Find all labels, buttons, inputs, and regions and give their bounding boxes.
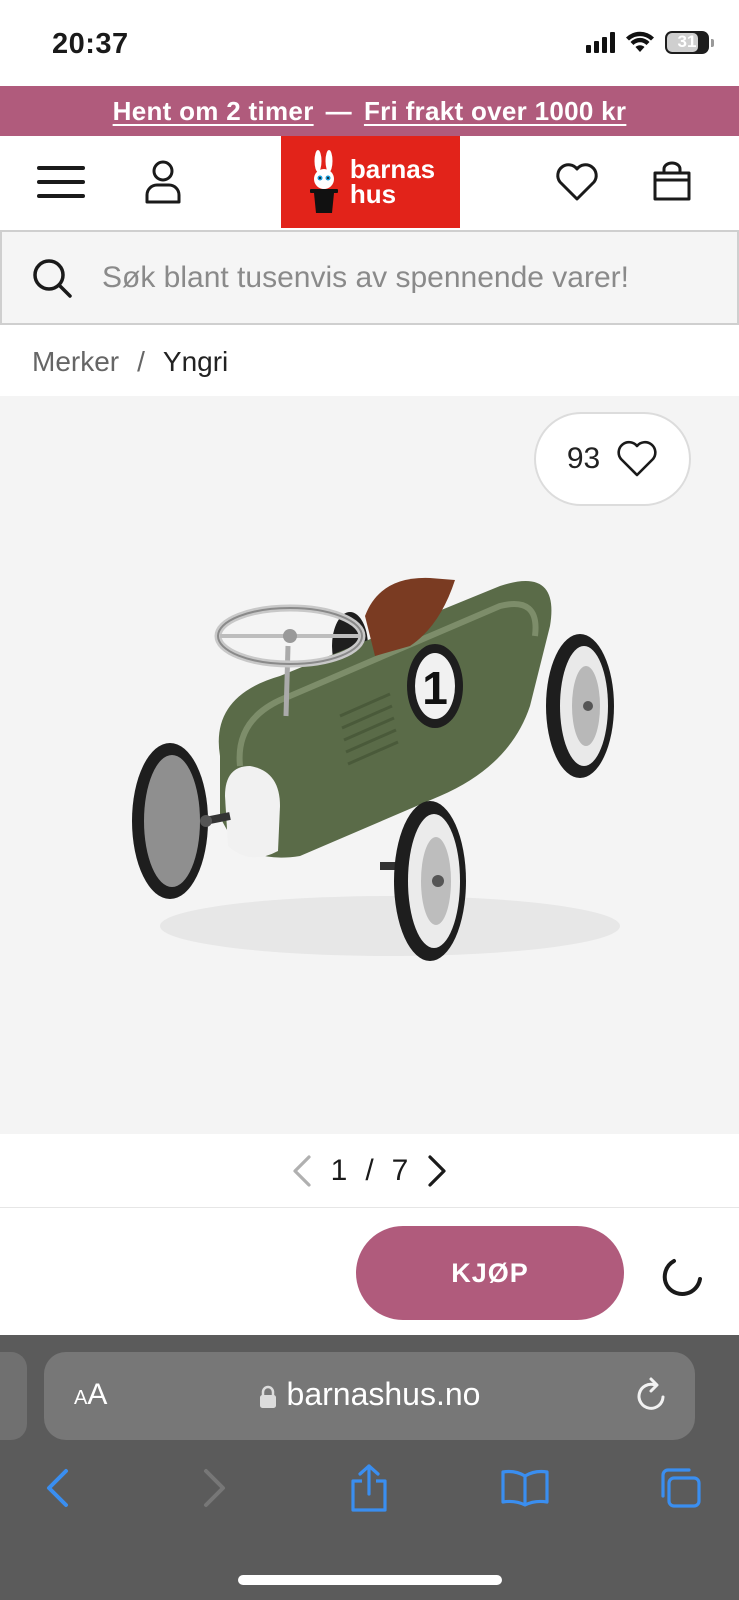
- forward-icon: [204, 1469, 225, 1507]
- share-icon: [351, 1464, 387, 1512]
- lock-icon: [259, 1385, 276, 1408]
- breadcrumb-item-current: Yngri: [162, 346, 229, 377]
- status-icons: 31: [586, 30, 714, 54]
- pager-current: 1: [330, 1153, 348, 1187]
- account-button[interactable]: [138, 136, 188, 228]
- menu-icon: [37, 166, 85, 198]
- purchase-bar: KJØP: [0, 1208, 739, 1335]
- url-text: barnashus.no: [286, 1376, 481, 1412]
- menu-button[interactable]: [30, 136, 92, 228]
- rabbit-in-hat-icon: [309, 150, 338, 213]
- tabs-button[interactable]: [645, 1453, 715, 1523]
- share-button[interactable]: [334, 1453, 404, 1523]
- breadcrumb-separator: /: [137, 346, 145, 377]
- breadcrumb-item-brands[interactable]: Merker: [32, 346, 119, 378]
- wishlist-button[interactable]: [552, 136, 602, 228]
- buy-button[interactable]: KJØP: [356, 1226, 624, 1320]
- bookmarks-icon: [501, 1469, 549, 1507]
- cart-button[interactable]: [647, 136, 697, 228]
- product-gallery[interactable]: 93 1: [0, 396, 739, 1134]
- image-pager: 1 / 7: [0, 1134, 739, 1208]
- search-bar[interactable]: Søk blant tusenvis av spennende varer!: [0, 230, 739, 325]
- forward-button[interactable]: [180, 1453, 250, 1523]
- pager-total: 7: [391, 1153, 409, 1187]
- promo-banner: Hent om 2 timer — Fri frakt over 1000 kr: [0, 86, 739, 136]
- chevron-left-icon[interactable]: [291, 1154, 313, 1188]
- shopping-bag-icon: [653, 161, 691, 201]
- product-image: 1: [132, 577, 620, 961]
- home-indicator[interactable]: [238, 1575, 502, 1585]
- loading-spinner-icon: [662, 1259, 702, 1296]
- promo-separator: —: [325, 95, 352, 126]
- pickup-link[interactable]: Hent om 2 timer: [113, 96, 314, 127]
- back-icon: [47, 1469, 68, 1507]
- battery-icon: 31: [665, 30, 714, 54]
- battery-level: 31: [677, 32, 697, 51]
- browser-chrome: AA barnashus.no: [0, 1335, 739, 1600]
- address-bar[interactable]: AA barnashus.no: [44, 1352, 695, 1440]
- previous-tab-stub[interactable]: [0, 1352, 27, 1440]
- status-bar: 20:37 31: [0, 0, 739, 86]
- like-button[interactable]: 93: [534, 412, 691, 506]
- search-icon: [33, 258, 72, 298]
- browser-toolbar: [0, 1453, 739, 1523]
- bookmarks-button[interactable]: [490, 1453, 560, 1523]
- chevron-right-icon[interactable]: [426, 1154, 448, 1188]
- tabs-icon: [661, 1468, 701, 1508]
- search-input[interactable]: Søk blant tusenvis av spennende varer!: [102, 261, 629, 295]
- free-shipping-link[interactable]: Fri frakt over 1000 kr: [364, 96, 626, 127]
- wishlist-heart-icon: [556, 163, 598, 201]
- status-time: 20:37: [52, 28, 129, 60]
- wifi-icon: [626, 31, 654, 52]
- breadcrumb: Merker / Yngri: [32, 340, 228, 384]
- heart-icon: [617, 440, 657, 477]
- like-count: 93: [566, 442, 601, 475]
- back-button[interactable]: [22, 1453, 92, 1523]
- pager-separator: /: [365, 1153, 374, 1187]
- site-logo[interactable]: barnas hus: [281, 136, 460, 228]
- account-icon: [145, 160, 181, 204]
- logo-line-2: hus: [349, 179, 397, 209]
- cellular-signal-icon: [586, 31, 615, 53]
- car-number: 1: [422, 662, 448, 714]
- reload-icon[interactable]: [633, 1376, 669, 1414]
